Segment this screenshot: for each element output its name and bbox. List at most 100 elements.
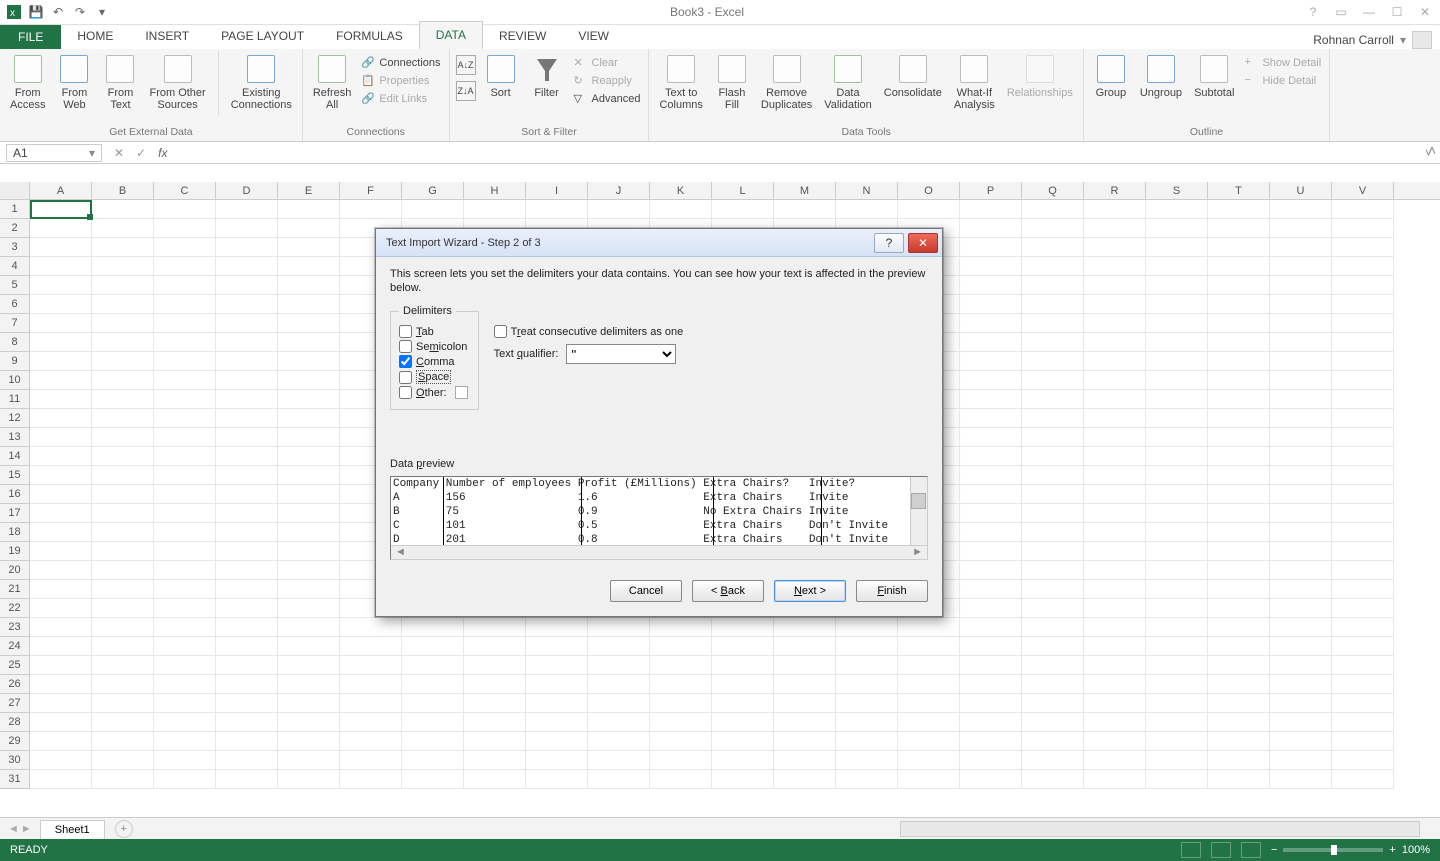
- cell[interactable]: [402, 713, 464, 732]
- cell[interactable]: [712, 618, 774, 637]
- cell[interactable]: [154, 751, 216, 770]
- cell[interactable]: [30, 732, 92, 751]
- cell[interactable]: [1208, 618, 1270, 637]
- cell[interactable]: [1270, 580, 1332, 599]
- cell[interactable]: [1332, 542, 1394, 561]
- cell[interactable]: [30, 314, 92, 333]
- tab-data[interactable]: DATA: [419, 21, 483, 49]
- cell[interactable]: [30, 409, 92, 428]
- cell[interactable]: [1084, 409, 1146, 428]
- undo-icon[interactable]: ↶: [50, 4, 66, 20]
- cell[interactable]: [92, 561, 154, 580]
- cell[interactable]: [526, 713, 588, 732]
- cell[interactable]: [898, 200, 960, 219]
- cell[interactable]: [960, 580, 1022, 599]
- cell[interactable]: [588, 656, 650, 675]
- cell[interactable]: [216, 561, 278, 580]
- cell[interactable]: [30, 694, 92, 713]
- cell[interactable]: [526, 675, 588, 694]
- cell[interactable]: [216, 466, 278, 485]
- add-sheet-button[interactable]: +: [115, 820, 133, 838]
- cell[interactable]: [1084, 200, 1146, 219]
- cell[interactable]: [588, 694, 650, 713]
- cell[interactable]: [1208, 713, 1270, 732]
- cell[interactable]: [154, 561, 216, 580]
- cell[interactable]: [216, 504, 278, 523]
- from-web-button[interactable]: FromWeb: [53, 51, 95, 113]
- cell[interactable]: [278, 314, 340, 333]
- cell[interactable]: [216, 618, 278, 637]
- cell[interactable]: [278, 485, 340, 504]
- row-header[interactable]: 13: [0, 428, 30, 447]
- row-header[interactable]: 26: [0, 675, 30, 694]
- cell[interactable]: [1022, 352, 1084, 371]
- cell[interactable]: [1022, 675, 1084, 694]
- column-header[interactable]: Q: [1022, 182, 1084, 199]
- advanced-filter-item[interactable]: ▽Advanced: [572, 91, 643, 107]
- cell[interactable]: [588, 675, 650, 694]
- cell[interactable]: [216, 694, 278, 713]
- cell[interactable]: [30, 637, 92, 656]
- cell[interactable]: [1146, 352, 1208, 371]
- cell[interactable]: [1084, 485, 1146, 504]
- cell[interactable]: [1332, 561, 1394, 580]
- row-header[interactable]: 22: [0, 599, 30, 618]
- cell[interactable]: [216, 599, 278, 618]
- cell[interactable]: [92, 637, 154, 656]
- cell[interactable]: [650, 656, 712, 675]
- cell[interactable]: [154, 580, 216, 599]
- cell[interactable]: [1270, 751, 1332, 770]
- cell[interactable]: [1022, 751, 1084, 770]
- cell[interactable]: [1270, 466, 1332, 485]
- cell[interactable]: [1146, 295, 1208, 314]
- cell[interactable]: [1270, 732, 1332, 751]
- column-header[interactable]: P: [960, 182, 1022, 199]
- cell[interactable]: [1022, 428, 1084, 447]
- cell[interactable]: [278, 542, 340, 561]
- sheet-nav-next-icon[interactable]: ►: [21, 823, 32, 835]
- cell[interactable]: [1270, 675, 1332, 694]
- cell[interactable]: [960, 504, 1022, 523]
- cell[interactable]: [1208, 238, 1270, 257]
- row-header[interactable]: 16: [0, 485, 30, 504]
- cell[interactable]: [1022, 485, 1084, 504]
- cell[interactable]: [278, 409, 340, 428]
- cell[interactable]: [154, 352, 216, 371]
- cell[interactable]: [402, 770, 464, 789]
- cell[interactable]: [92, 295, 154, 314]
- cell[interactable]: [1084, 257, 1146, 276]
- cell[interactable]: [1022, 770, 1084, 789]
- cell[interactable]: [92, 466, 154, 485]
- cell[interactable]: [92, 770, 154, 789]
- cell[interactable]: [1332, 675, 1394, 694]
- column-header[interactable]: B: [92, 182, 154, 199]
- cell[interactable]: [960, 751, 1022, 770]
- cell[interactable]: [1332, 618, 1394, 637]
- cell[interactable]: [30, 333, 92, 352]
- cell[interactable]: [30, 523, 92, 542]
- row-header[interactable]: 1: [0, 200, 30, 219]
- cell[interactable]: [1332, 390, 1394, 409]
- sort-button[interactable]: Sort: [480, 51, 522, 101]
- enter-formula-icon[interactable]: ✓: [136, 146, 146, 160]
- cell[interactable]: [526, 770, 588, 789]
- column-header[interactable]: T: [1208, 182, 1270, 199]
- cell[interactable]: [1332, 276, 1394, 295]
- cell[interactable]: [1270, 295, 1332, 314]
- cell[interactable]: [216, 200, 278, 219]
- cell[interactable]: [1270, 637, 1332, 656]
- cell[interactable]: [1084, 561, 1146, 580]
- cell[interactable]: [216, 428, 278, 447]
- cell[interactable]: [1022, 333, 1084, 352]
- cell[interactable]: [1208, 219, 1270, 238]
- tab-home[interactable]: HOME: [61, 23, 129, 49]
- cell[interactable]: [30, 675, 92, 694]
- row-header[interactable]: 18: [0, 523, 30, 542]
- cancel-button[interactable]: Cancel: [610, 580, 682, 602]
- cell[interactable]: [960, 257, 1022, 276]
- cell[interactable]: [836, 770, 898, 789]
- cell[interactable]: [30, 219, 92, 238]
- cell[interactable]: [526, 732, 588, 751]
- cell[interactable]: [1270, 238, 1332, 257]
- cancel-formula-icon[interactable]: ✕: [114, 146, 124, 160]
